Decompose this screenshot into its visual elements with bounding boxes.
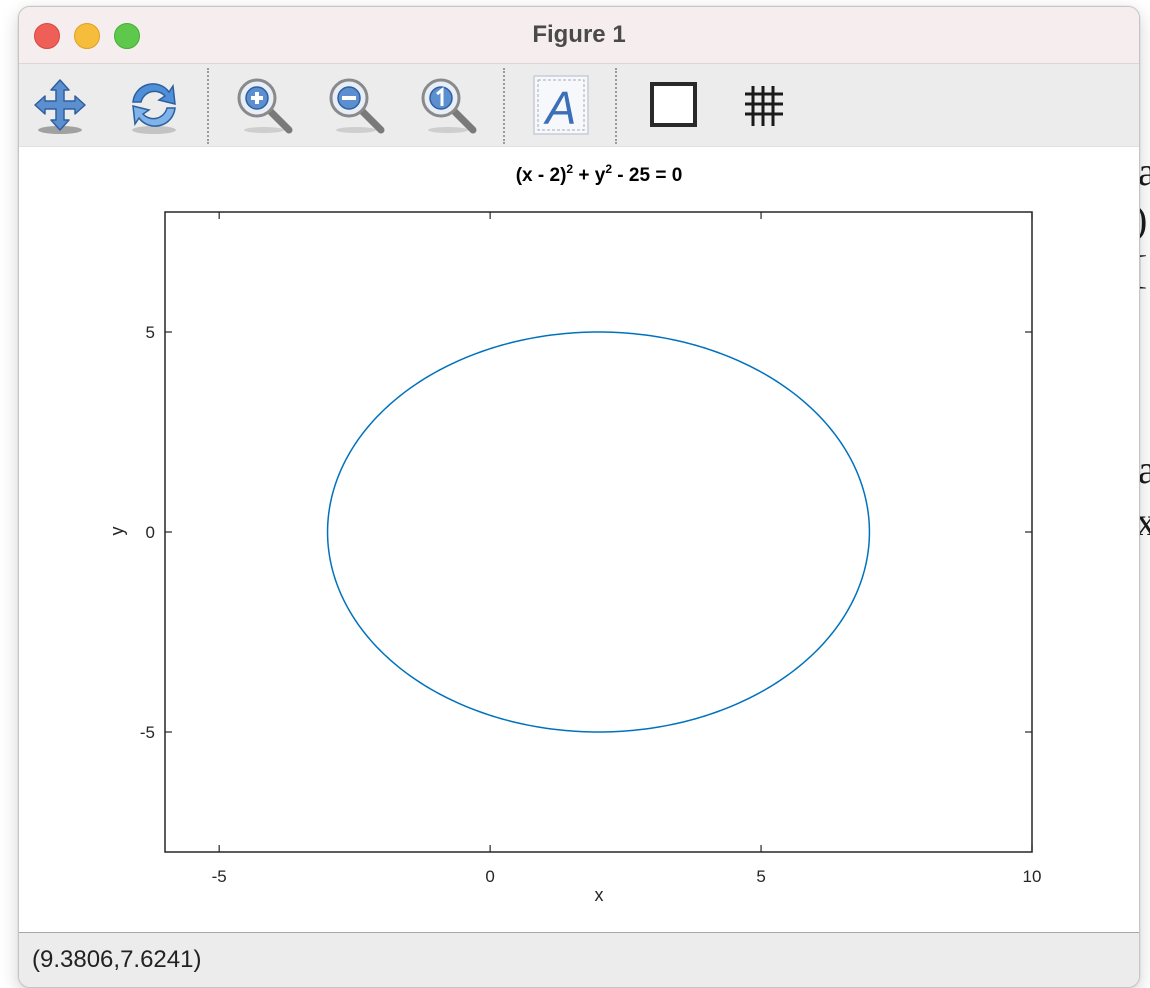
toggle-box-icon [650,82,697,127]
zoom-out-button[interactable] [323,72,389,138]
window-title: Figure 1 [532,21,626,48]
chart-canvas[interactable]: (x - 2)2 + y2 - 25 = 0 -5 0 5 10 -5 0 5 x y [19,147,1139,933]
toolbar-separator [207,68,209,144]
insert-text-button[interactable]: A [527,72,593,138]
rotate-icon [132,83,176,134]
plot-area[interactable]: (x - 2)2 + y2 - 25 = 0 -5 0 5 10 -5 0 5 x y [19,147,1139,933]
y-tick-label: 0 [146,523,155,542]
chart-title: (x - 2)2 + y2 - 25 = 0 [516,162,683,186]
y-axis-label: y [107,527,127,536]
y-tick-label: 5 [146,323,155,342]
figure-window: Figure 1 A (x - 2)2 + y2 - 25 = 0 -5 0 5… [18,6,1140,988]
toolbar-separator [615,68,617,144]
y-tick-label: -5 [140,723,155,742]
toggle-grid-button[interactable] [733,72,799,138]
insert-text-icon: A [533,75,589,135]
status-bar: (9.3806,7.6241) [19,932,1139,987]
svg-text:A: A [543,82,577,134]
chart-title-base: (x - 2) [516,165,567,186]
zoom-reset-button[interactable] [415,72,481,138]
x-axis-label: x [595,885,604,905]
title-bar[interactable]: Figure 1 [19,7,1139,64]
cursor-coordinates: (9.3806,7.6241) [32,946,202,973]
figure-toolbar: A [19,64,1139,147]
zoom-in-icon [237,78,293,134]
toolbar-separator [503,68,505,144]
chart-title-mid: + y [573,165,606,186]
x-tick-label: 10 [1023,867,1042,886]
zoom-out-icon [329,78,385,134]
axes-box [164,211,1033,853]
pan-button[interactable] [27,72,93,138]
rotate-button[interactable] [121,72,187,138]
x-tick-label: 0 [485,867,494,886]
toggle-box-button[interactable] [641,72,707,138]
zoom-in-button[interactable] [231,72,297,138]
pan-icon [34,79,86,134]
x-tick-label: 5 [756,867,765,886]
chart-title-tail: - 25 = 0 [612,165,682,186]
zoom-reset-icon [421,78,477,134]
toggle-grid-icon [745,86,783,126]
data-series-line [326,331,871,733]
x-tick-label: -5 [212,867,227,886]
